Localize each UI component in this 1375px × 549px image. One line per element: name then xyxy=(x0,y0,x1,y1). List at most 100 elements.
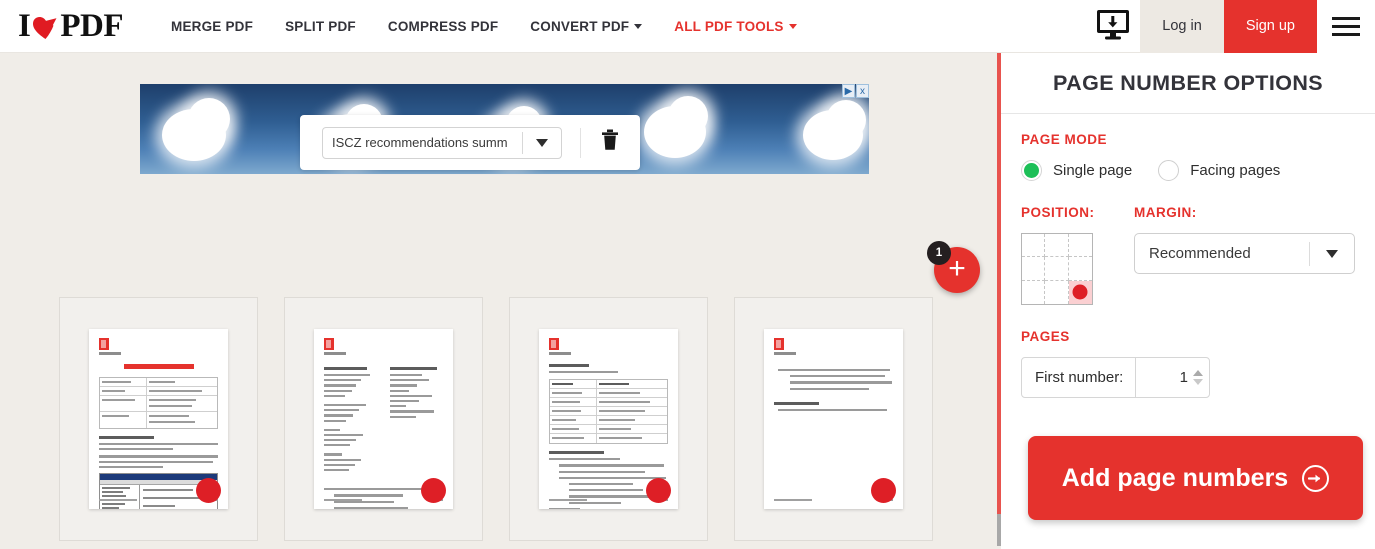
main-nav: MERGE PDF SPLIT PDF COMPRESS PDF CONVERT… xyxy=(155,0,813,53)
nav-label: SPLIT PDF xyxy=(285,18,356,34)
position-margin-row: POSITION: MARGIN: Recommended xyxy=(1021,205,1355,305)
file-name-label: ISCZ recommendations summ xyxy=(332,135,508,150)
page-thumbnail-2[interactable] xyxy=(284,297,483,541)
logo-letter-i: I xyxy=(18,7,31,44)
first-number-stepper[interactable]: First number: 1 xyxy=(1021,357,1210,398)
page-thumbnail-4[interactable] xyxy=(734,297,933,541)
arrow-right-circle-icon xyxy=(1302,464,1330,492)
ilovepdf-logo[interactable]: I PDF xyxy=(18,8,123,45)
page-preview xyxy=(764,329,903,509)
nav-item-convert-pdf[interactable]: CONVERT PDF xyxy=(514,0,658,53)
first-number-field[interactable]: 1 xyxy=(1135,358,1209,397)
position-grid[interactable] xyxy=(1021,233,1093,305)
delete-file-button[interactable] xyxy=(587,123,633,163)
doc-table xyxy=(549,379,668,445)
position-column: POSITION: xyxy=(1021,205,1134,305)
add-page-numbers-button[interactable]: Add page numbers xyxy=(1028,436,1363,520)
login-label: Log in xyxy=(1162,18,1202,34)
doc-table xyxy=(99,377,218,429)
spinner-up-icon[interactable] xyxy=(1193,370,1203,376)
radio-unselected-icon xyxy=(1158,160,1180,181)
divider xyxy=(580,127,581,158)
position-cell-bottom-center[interactable] xyxy=(1045,280,1069,304)
hamburger-menu-icon[interactable] xyxy=(1317,0,1375,53)
doc-bullets xyxy=(774,369,893,390)
file-count-badge: 1 xyxy=(927,241,951,265)
options-panel: PAGE NUMBER OPTIONS PAGE MODE Single pag… xyxy=(1001,53,1375,549)
chevron-down-icon xyxy=(1326,249,1338,258)
nav-item-merge-pdf[interactable]: MERGE PDF xyxy=(155,0,269,53)
panel-body: PAGE MODE Single page Facing pages POSIT… xyxy=(1001,114,1375,398)
position-cell-middle-right[interactable] xyxy=(1068,257,1092,281)
app-root: I PDF MERGE PDF SPLIT PDF COMPRESS PDF C… xyxy=(0,0,1375,549)
nav-label: CONVERT PDF xyxy=(530,18,630,34)
radio-single-page[interactable]: Single page xyxy=(1021,160,1132,181)
add-page-numbers-label: Add page numbers xyxy=(1061,463,1289,492)
cloud-shape xyxy=(668,96,708,136)
position-cell-middle-center[interactable] xyxy=(1045,257,1069,281)
doc-brand-text xyxy=(774,352,796,355)
chevron-down-icon xyxy=(536,138,548,147)
spinner-down-icon[interactable] xyxy=(1193,379,1203,385)
radio-facing-pages[interactable]: Facing pages xyxy=(1158,160,1280,181)
doc-logo-icon xyxy=(774,338,784,350)
cloud-shape xyxy=(188,98,230,140)
doc-logo-icon xyxy=(549,338,559,350)
logo-word-pdf: PDF xyxy=(60,7,123,44)
page-preview xyxy=(89,329,228,509)
margin-label: MARGIN: xyxy=(1134,205,1197,220)
file-toolbar: ISCZ recommendations summ xyxy=(300,115,640,170)
file-dropdown-button[interactable] xyxy=(523,128,561,158)
plus-icon: + xyxy=(948,251,966,285)
signup-button[interactable]: Sign up xyxy=(1223,0,1317,53)
chevron-down-icon xyxy=(788,23,797,29)
login-button[interactable]: Log in xyxy=(1140,0,1224,53)
page-thumbnail-3[interactable] xyxy=(509,297,708,541)
nav-label: COMPRESS PDF xyxy=(387,18,499,34)
page-preview xyxy=(539,329,678,509)
workspace-scrollbar[interactable] xyxy=(997,514,1001,546)
panel-divider xyxy=(997,53,1001,514)
ad-choices-controls: ▶ x xyxy=(842,84,869,98)
spinner-up-down-icon[interactable] xyxy=(1193,370,1203,385)
margin-column: MARGIN: Recommended xyxy=(1134,205,1355,305)
page-mode-label: PAGE MODE xyxy=(1021,132,1108,147)
page-thumbnail-1[interactable] xyxy=(59,297,258,541)
doc-heading xyxy=(99,436,154,439)
doc-brand-text xyxy=(549,352,571,355)
site-header: I PDF MERGE PDF SPLIT PDF COMPRESS PDF C… xyxy=(0,0,1375,53)
pages-label: PAGES xyxy=(1021,329,1070,344)
nav-label: ALL PDF TOOLS xyxy=(674,18,784,34)
doc-logo-icon xyxy=(324,338,334,350)
adchoices-triangle-icon[interactable]: ▶ xyxy=(842,84,855,98)
position-cell-top-center[interactable] xyxy=(1045,234,1069,258)
doc-brand-text xyxy=(99,352,121,355)
first-number-value: 1 xyxy=(1179,369,1188,386)
workspace: ▶ x ISCZ recommendations summ + 1 xyxy=(0,53,997,549)
doc-brand-text xyxy=(324,352,346,355)
nav-item-split-pdf[interactable]: SPLIT PDF xyxy=(269,0,372,53)
position-cell-bottom-right[interactable] xyxy=(1068,280,1092,304)
trash-icon xyxy=(601,129,619,156)
radio-selected-icon xyxy=(1021,160,1042,181)
doc-bullets-2 xyxy=(774,408,893,411)
nav-item-compress-pdf[interactable]: COMPRESS PDF xyxy=(372,0,514,53)
doc-logo-icon xyxy=(99,338,109,350)
radio-label: Facing pages xyxy=(1190,162,1281,179)
signup-label: Sign up xyxy=(1245,18,1295,34)
margin-dropdown-button[interactable] xyxy=(1310,249,1354,258)
page-number-marker xyxy=(871,478,896,503)
ad-close-icon[interactable]: x xyxy=(856,84,869,98)
nav-item-all-pdf-tools[interactable]: ALL PDF TOOLS xyxy=(658,0,812,53)
margin-select[interactable]: Recommended xyxy=(1134,233,1355,274)
position-cell-bottom-left[interactable] xyxy=(1022,280,1046,304)
monitor-download-icon xyxy=(1095,8,1131,45)
position-cell-middle-left[interactable] xyxy=(1022,257,1046,281)
position-cell-top-left[interactable] xyxy=(1022,234,1046,258)
nav-label: MERGE PDF xyxy=(171,18,254,34)
position-cell-top-right[interactable] xyxy=(1068,234,1092,258)
position-label: POSITION: xyxy=(1021,205,1095,220)
file-select[interactable]: ISCZ recommendations summ xyxy=(322,126,562,159)
radio-label: Single page xyxy=(1053,162,1133,179)
desktop-app-button[interactable] xyxy=(1086,0,1140,53)
